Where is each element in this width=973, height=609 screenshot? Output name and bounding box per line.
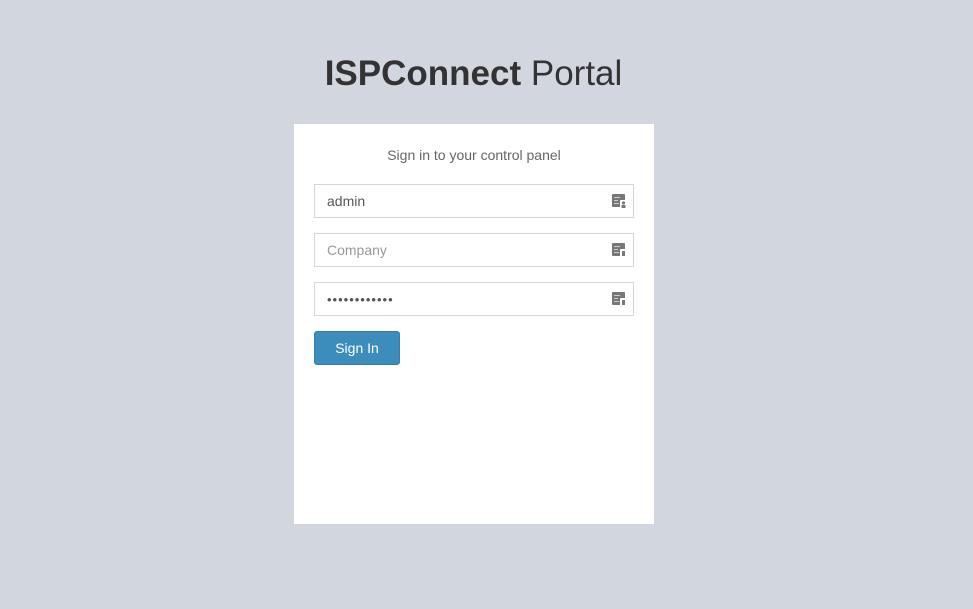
password-group [314, 282, 634, 316]
contact-card-icon [611, 291, 627, 307]
brand-name-light: Portal [521, 54, 623, 93]
contact-card-icon [611, 193, 627, 209]
brand-name-bold: ISPConnect [324, 54, 522, 93]
company-input[interactable] [314, 233, 634, 267]
contact-card-icon [611, 242, 627, 258]
login-panel: Sign in to your control panel admin Comp… [294, 124, 654, 524]
sign-in-button[interactable]: Sign In [314, 331, 400, 365]
username-group [314, 184, 634, 218]
username-input[interactable] [314, 184, 634, 218]
password-input[interactable] [314, 282, 634, 316]
portal-logo: ISPConnect Portal [0, 52, 947, 96]
login-form: Sign In [314, 184, 634, 365]
company-group [314, 233, 634, 267]
login-message: Sign in to your control panel [387, 147, 561, 163]
